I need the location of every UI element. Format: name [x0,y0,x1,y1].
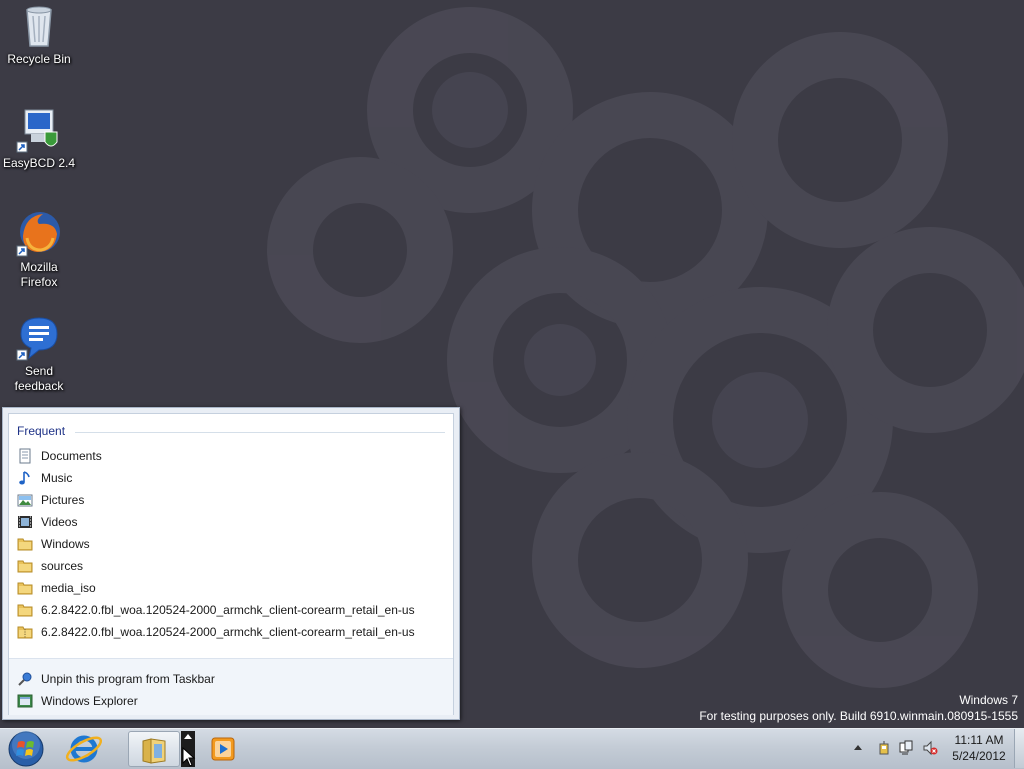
jump-list-item-music[interactable]: Music [17,468,445,488]
unpin-from-taskbar-item[interactable]: Unpin this program from Taskbar [17,669,445,689]
unpin-icon [18,672,32,686]
desktop-icon-recycle-bin[interactable]: Recycle Bin [2,2,76,67]
jump-list-item-label: 6.2.8422.0.fbl_woa.120524-2000_armchk_cl… [41,625,415,639]
videos-library-icon [18,516,32,528]
firefox-icon [16,212,60,257]
jump-list-item-label: media_iso [41,581,96,595]
taskbar-media-player-button[interactable] [198,731,250,767]
folder-icon [17,538,33,551]
jump-list-panel: Frequent Documents Music Pictures Videos… [8,413,454,715]
jump-list-item-windows[interactable]: Windows [17,534,445,554]
easybcd-icon [16,109,58,153]
jump-list-tasks: Unpin this program from Taskbar Windows … [9,658,453,715]
pictures-library-icon [17,494,33,507]
windows-explorer-item[interactable]: Windows Explorer [17,691,445,711]
folder-icon [17,560,33,573]
zip-folder-icon [17,626,33,639]
jump-list-item-build-archive[interactable]: 6.2.8422.0.fbl_woa.120524-2000_armchk_cl… [17,622,445,642]
show-desktop-button[interactable] [1014,729,1024,768]
desktop-icon-firefox[interactable]: Mozilla Firefox [2,210,76,290]
show-hidden-icons-button[interactable] [853,743,863,751]
volume-muted-icon[interactable] [922,740,938,756]
feedback-icon [16,317,58,361]
jump-list-item-label: Windows Explorer [41,694,138,708]
jump-list-item-label: Videos [41,515,78,529]
desktop-icon-send-feedback[interactable]: Send feedback [2,314,76,394]
internet-explorer-icon [65,735,103,763]
jump-list-item-label: Documents [41,449,102,463]
windows-explorer-icon [17,694,33,708]
system-clock[interactable]: 11:11 AM 5/24/2012 [944,732,1014,764]
jump-list-item-pictures[interactable]: Pictures [17,490,445,510]
taskbar [0,728,1024,769]
folder-icon [17,582,33,595]
watermark-build-info: For testing purposes only. Build 6910.wi… [699,709,1018,723]
taskbar-windows-explorer-button[interactable] [128,731,180,767]
clock-time: 11:11 AM [954,733,1004,747]
jump-list-item-label: sources [41,559,84,573]
jump-list-item-media-iso[interactable]: media_iso [17,578,445,598]
heading-divider [75,432,445,433]
jump-list-item-label: Music [41,471,73,485]
taskbar-internet-explorer-button[interactable] [58,731,110,767]
jump-list-item-label: Windows [41,537,90,551]
clock-date: 5/24/2012 [952,749,1006,763]
jump-list-item-documents[interactable]: Documents [17,446,445,466]
jump-list-item-sources[interactable]: sources [17,556,445,576]
documents-library-icon [19,448,31,464]
music-library-icon [19,471,30,485]
folder-icon [17,604,33,617]
start-button[interactable] [4,730,48,768]
watermark-os-name: Windows 7 [959,693,1018,707]
jump-list-item-build-folder[interactable]: 6.2.8422.0.fbl_woa.120524-2000_armchk_cl… [17,600,445,620]
mouse-cursor-icon [182,747,196,767]
jump-list-item-label: Unpin this program from Taskbar [41,672,215,686]
jump-list-heading: Frequent [17,424,66,438]
windows-explorer-icon [142,738,166,764]
desktop-icon-label: EasyBCD 2.4 [2,156,76,170]
desktop-icon-easybcd[interactable]: EasyBCD 2.4 [2,106,76,171]
desktop-icon-label: Send [24,364,54,378]
jump-list-item-label: Pictures [41,493,85,507]
explorer-jump-list: Frequent Documents Music Pictures Videos… [2,407,460,720]
desktop-icon-label: feedback [14,379,64,393]
recycle-bin-icon [26,6,52,47]
desktop-icon-label: Recycle Bin [7,52,71,66]
jump-list-item-label: 6.2.8422.0.fbl_woa.120524-2000_armchk_cl… [41,603,415,617]
action-center-icon[interactable] [876,740,892,756]
desktop-icon-label: Firefox [20,275,58,289]
media-player-icon [211,737,235,761]
desktop-icon-label: Mozilla [20,260,58,274]
build-watermark: Windows 7 For testing purposes only. Bui… [699,692,1018,724]
network-icon[interactable] [898,740,914,756]
jump-list-item-videos[interactable]: Videos [17,512,445,532]
